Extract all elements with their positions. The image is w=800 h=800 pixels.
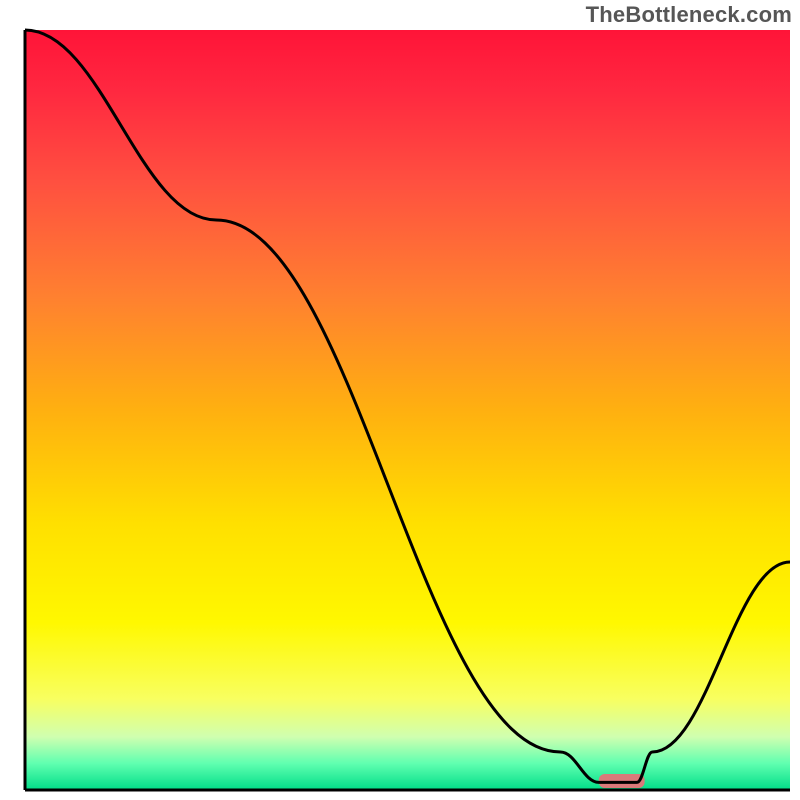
watermark-text: TheBottleneck.com bbox=[586, 2, 792, 28]
plot-background bbox=[25, 30, 790, 790]
bottleneck-chart bbox=[0, 0, 800, 800]
